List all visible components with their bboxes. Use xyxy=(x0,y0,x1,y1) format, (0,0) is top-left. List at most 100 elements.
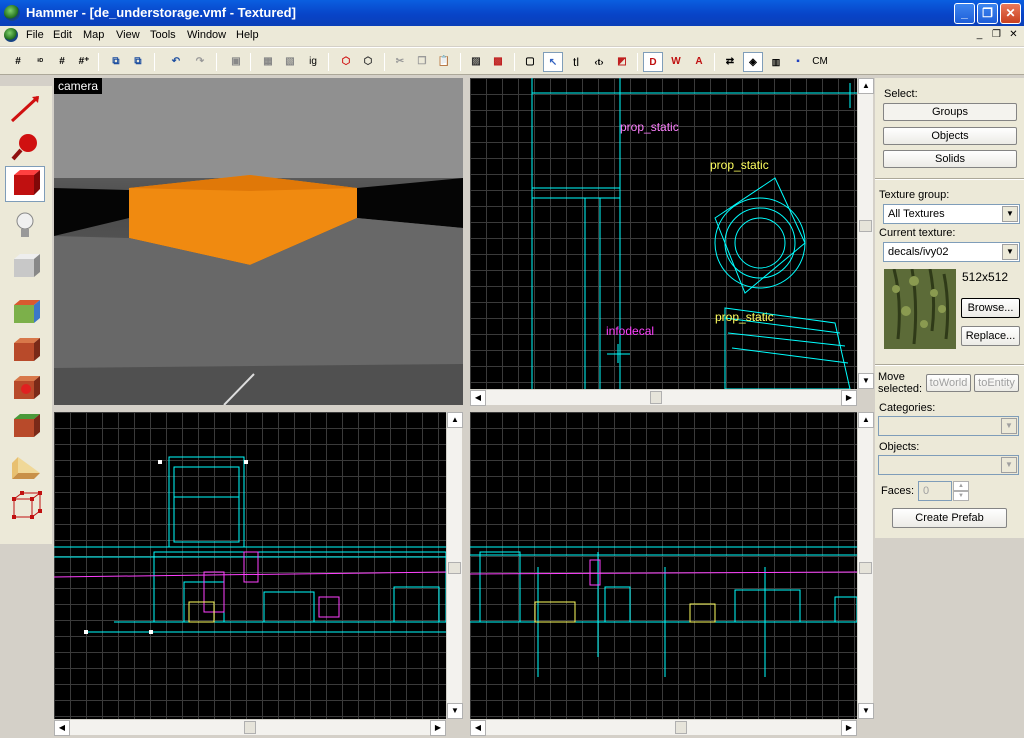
objects-dropdown[interactable]: ▼ xyxy=(878,455,1019,475)
document-globe-icon[interactable] xyxy=(4,28,18,42)
group-icon[interactable]: ⧉ xyxy=(106,52,126,72)
front-2d-viewport[interactable] xyxy=(54,412,446,719)
scroll-left-button[interactable]: ◀ xyxy=(54,720,70,736)
overlay-tool-button[interactable] xyxy=(5,408,45,444)
cut-icon[interactable]: ✂ xyxy=(390,52,410,72)
scroll-down-button[interactable]: ▼ xyxy=(858,703,874,719)
block-tool-button[interactable] xyxy=(5,248,45,284)
top-2d-viewport[interactable]: prop_static prop_static prop_static info… xyxy=(470,78,857,389)
mdi-minimize-button[interactable]: _ xyxy=(972,29,987,43)
undo-icon[interactable]: ↶ xyxy=(166,52,186,72)
texture-group-dropdown[interactable]: All Textures ▼ xyxy=(883,204,1020,224)
scroll-down-button[interactable]: ▼ xyxy=(858,373,874,389)
scroll-up-button[interactable]: ▲ xyxy=(858,78,874,94)
minimize-button[interactable]: _ xyxy=(954,3,975,24)
replace-button[interactable]: Replace... xyxy=(961,326,1020,346)
select-objects-button[interactable]: Objects xyxy=(883,127,1017,145)
carve-icon[interactable]: ▣ xyxy=(226,52,246,72)
show-decals-icon[interactable]: A xyxy=(689,52,709,72)
select-solids-button[interactable]: Solids xyxy=(883,150,1017,168)
faces-input[interactable]: 0 xyxy=(918,481,952,501)
selection-box-icon[interactable]: ▢ xyxy=(520,52,540,72)
menu-tools[interactable]: Tools xyxy=(150,29,176,41)
chevron-down-icon[interactable]: ▼ xyxy=(1002,244,1018,260)
create-prefab-button[interactable]: Create Prefab xyxy=(892,508,1007,528)
magnify-tool-button[interactable] xyxy=(5,128,45,164)
maximize-button[interactable]: ❐ xyxy=(977,3,998,24)
select-groups-button[interactable]: Groups xyxy=(883,103,1017,121)
scroll-up-button[interactable]: ▲ xyxy=(858,412,874,428)
chevron-down-icon[interactable]: ▼ xyxy=(1001,457,1017,473)
scroll-right-button[interactable]: ▶ xyxy=(841,720,857,736)
toggle-skybox-icon[interactable]: ▪ xyxy=(788,52,808,72)
decal-tool-button[interactable] xyxy=(5,370,45,406)
show-helpers-icon[interactable]: D xyxy=(643,52,663,72)
toggle-displacement-icon[interactable]: ▥ xyxy=(766,52,786,72)
side-view-horizontal-scrollbar[interactable]: ◀ ▶ xyxy=(470,719,857,736)
chevron-down-icon[interactable]: ▼ xyxy=(1001,418,1017,434)
current-texture-dropdown[interactable]: decals/ivy02 ▼ xyxy=(883,242,1020,262)
scroll-thumb[interactable] xyxy=(675,721,687,734)
ungroup-icon[interactable]: ⧉ xyxy=(128,52,148,72)
to-world-button[interactable]: toWorld xyxy=(926,374,971,392)
menu-view[interactable]: View xyxy=(116,29,140,41)
unhide-icon[interactable]: ▧ xyxy=(280,52,300,72)
browse-button[interactable]: Browse... xyxy=(961,298,1020,318)
toggle-3d-grid-icon[interactable]: ⇄ xyxy=(720,52,740,72)
clip-tool-icon[interactable]: ◩ xyxy=(612,52,632,72)
menu-map[interactable]: Map xyxy=(83,29,104,41)
copy-icon[interactable]: ❐ xyxy=(412,52,432,72)
3d-grid-icon[interactable]: ³ᴰ xyxy=(30,52,50,72)
scroll-thumb[interactable] xyxy=(859,220,872,232)
small-grid-icon[interactable]: # xyxy=(52,52,72,72)
texture-preview[interactable] xyxy=(884,269,956,349)
camera-mode-button[interactable]: CM xyxy=(810,52,830,72)
chevron-down-icon[interactable]: ▼ xyxy=(1002,206,1018,222)
front-view-horizontal-scrollbar[interactable]: ◀ ▶ xyxy=(54,719,446,736)
toggle-texture-lock-icon[interactable]: ▨ xyxy=(466,52,486,72)
hide-icon[interactable]: ▦ xyxy=(258,52,278,72)
vertex-tool-icon[interactable]: ◈ xyxy=(743,52,763,72)
mdi-restore-button[interactable]: ❐ xyxy=(989,29,1004,43)
show-models-icon[interactable]: W xyxy=(666,52,686,72)
vertex-tool-button[interactable] xyxy=(5,488,45,524)
menu-edit[interactable]: Edit xyxy=(53,29,72,41)
scroll-thumb[interactable] xyxy=(244,721,256,734)
grid-icon[interactable]: # xyxy=(8,52,28,72)
categories-dropdown[interactable]: ▼ xyxy=(878,416,1019,436)
scroll-right-button[interactable]: ▶ xyxy=(841,390,857,406)
scroll-thumb[interactable] xyxy=(650,391,662,404)
scroll-up-button[interactable]: ▲ xyxy=(447,412,463,428)
mdi-close-button[interactable]: ✕ xyxy=(1006,29,1021,43)
scroll-right-button[interactable]: ▶ xyxy=(430,720,446,736)
tie-to-entity-icon[interactable]: ⬡ xyxy=(336,52,356,72)
entity-tool-button[interactable] xyxy=(5,208,45,244)
select-by-handles-icon[interactable]: ↖ xyxy=(543,52,563,72)
apply-texture-button[interactable] xyxy=(5,332,45,368)
menu-file[interactable]: File xyxy=(26,29,44,41)
scroll-thumb[interactable] xyxy=(448,562,461,574)
top-view-vertical-scrollbar[interactable]: ▲ ▼ xyxy=(857,78,874,389)
scroll-down-button[interactable]: ▼ xyxy=(447,703,463,719)
grid-plus-icon[interactable]: #⁺ xyxy=(74,52,94,72)
faces-up-button[interactable]: ▲ xyxy=(953,481,969,491)
move-to-world-icon[interactable]: ⬡ xyxy=(358,52,378,72)
to-entity-button[interactable]: toEntity xyxy=(974,374,1019,392)
close-button[interactable]: ✕ xyxy=(1000,3,1021,24)
ignore-groups-button[interactable]: ig xyxy=(303,52,323,72)
clipping-tool-button[interactable] xyxy=(5,450,45,486)
texture-application-button[interactable]: tl xyxy=(566,52,586,72)
paste-icon[interactable]: 📋 xyxy=(434,52,454,72)
scroll-thumb[interactable] xyxy=(859,562,872,574)
camera-tool-button[interactable] xyxy=(5,166,45,202)
front-view-vertical-scrollbar[interactable]: ▲ ▼ xyxy=(446,412,463,719)
scroll-left-button[interactable]: ◀ xyxy=(470,390,486,406)
menu-window[interactable]: Window xyxy=(187,29,226,41)
side-2d-viewport[interactable] xyxy=(470,412,857,719)
auto-selection-icon[interactable]: ‹t› xyxy=(589,52,609,72)
scroll-left-button[interactable]: ◀ xyxy=(470,720,486,736)
menu-help[interactable]: Help xyxy=(236,29,259,41)
side-view-vertical-scrollbar[interactable]: ▲ ▼ xyxy=(857,412,874,719)
texture-tool-button[interactable] xyxy=(5,294,45,330)
selection-tool-button[interactable] xyxy=(5,90,45,126)
